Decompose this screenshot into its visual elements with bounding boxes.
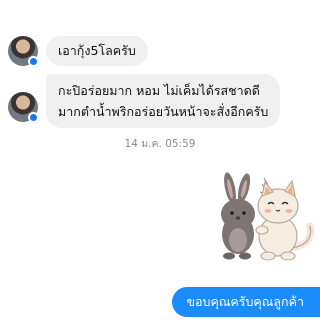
message-text-line: มากตำน้ำพริกอร่อยวันหน้าจะสั่งอีกครับ: [58, 104, 269, 119]
message-text: ขอบคุณครับคุณลูกค้า: [186, 294, 304, 309]
outgoing-message[interactable]: ขอบคุณครับคุณลูกค้า: [172, 287, 320, 317]
chat-screen: { "messages": { "incoming_1": "เอากุ้ง5โ…: [0, 0, 320, 320]
message-timestamp: 14 ม.ค. 05:59: [124, 138, 196, 150]
messenger-badge-icon: [28, 112, 39, 123]
message-text-line: กะปิอร่อยมาก หอม ไม่เค็มได้รสชาดดี: [58, 83, 260, 98]
bunny-and-cat-sticker[interactable]: [210, 170, 320, 265]
sender-avatar[interactable]: [8, 36, 39, 67]
messenger-badge-icon: [28, 56, 39, 67]
message-text: เอากุ้ง5โลครับ: [58, 43, 136, 58]
incoming-message[interactable]: กะปิอร่อยมาก หอม ไม่เค็มได้รสชาดดี มากตำ…: [46, 74, 281, 128]
sender-avatar[interactable]: [8, 92, 39, 123]
incoming-message[interactable]: เอากุ้ง5โลครับ: [46, 36, 148, 66]
